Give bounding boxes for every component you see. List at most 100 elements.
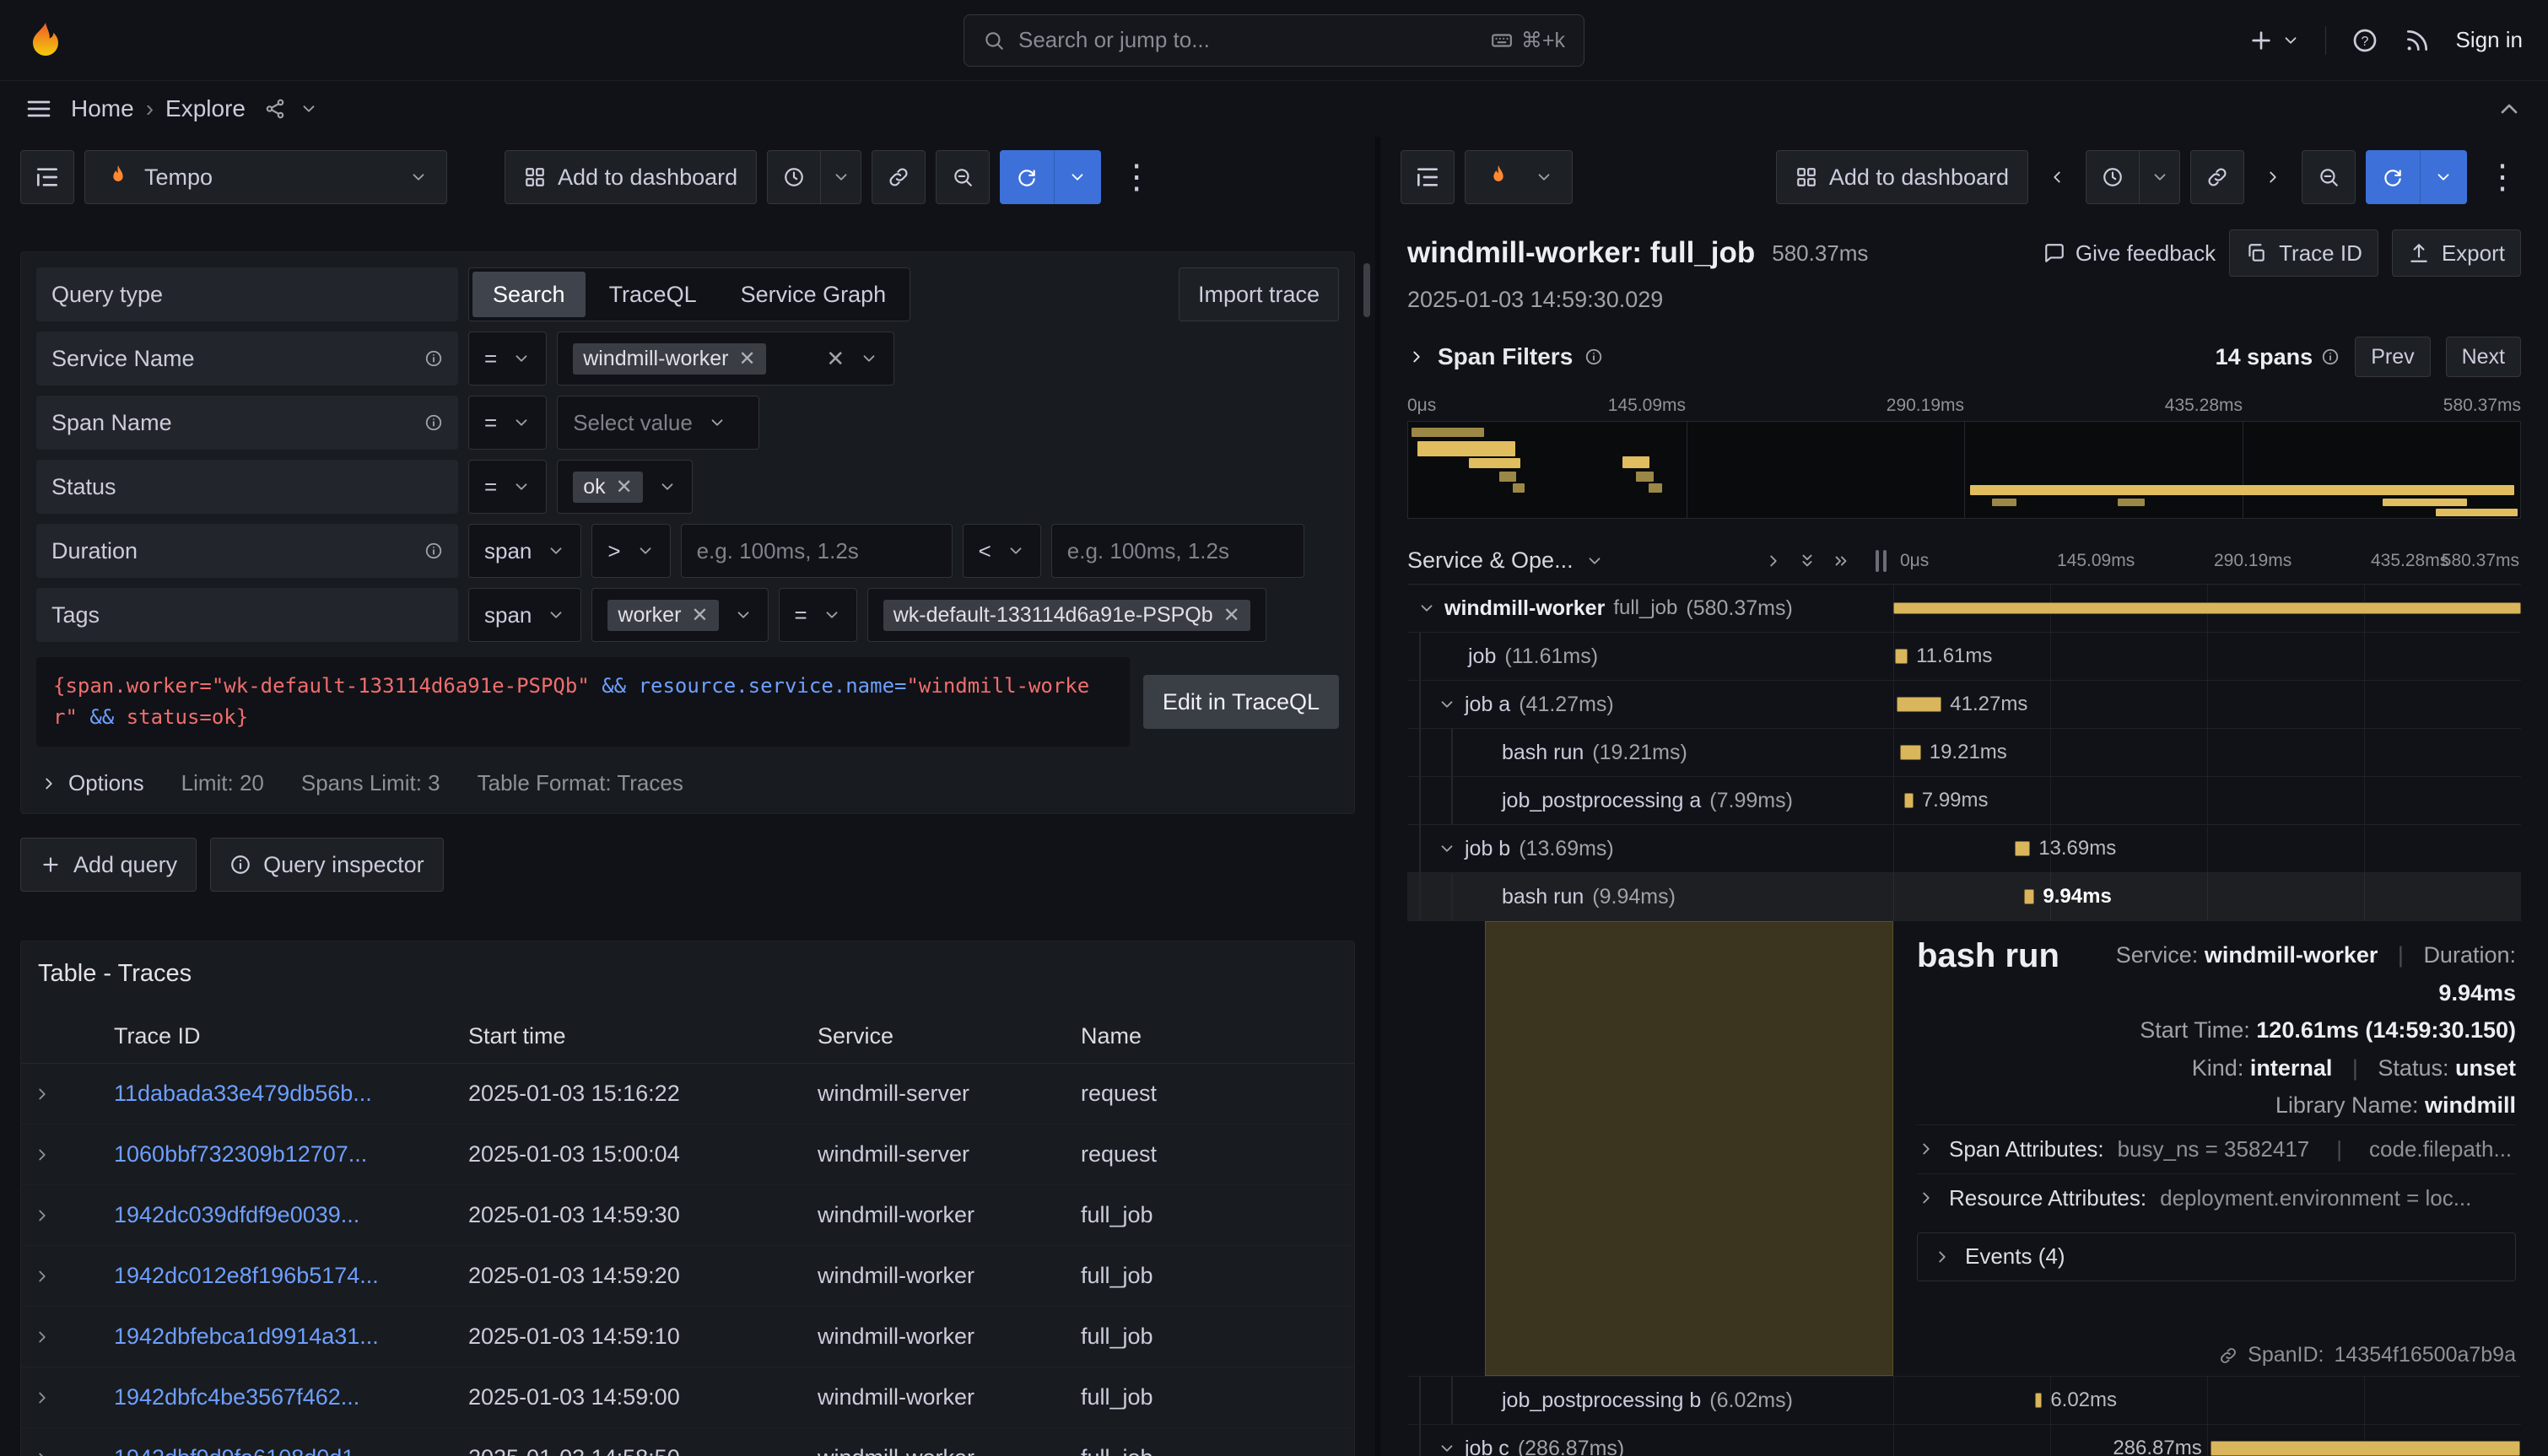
tags-op-select[interactable]: = bbox=[779, 588, 857, 642]
share-button[interactable] bbox=[264, 98, 286, 120]
span-name-cell[interactable]: bash run (9.94ms) bbox=[1407, 873, 1893, 920]
prev-span-button[interactable]: Prev bbox=[2355, 337, 2430, 377]
col-header-trace-id[interactable]: Trace ID bbox=[102, 1010, 456, 1064]
span-name-cell[interactable]: job c (286.87ms) bbox=[1407, 1425, 1893, 1456]
span-name-op-select[interactable]: = bbox=[468, 396, 547, 450]
chevron-down-icon[interactable] bbox=[1585, 552, 1604, 570]
col-header-start-time[interactable]: Start time bbox=[456, 1010, 806, 1064]
search-input[interactable] bbox=[1018, 27, 1477, 53]
table-row[interactable]: 1942dc012e8f196b5174... 2025-01-03 14:59… bbox=[21, 1246, 1354, 1307]
span-row[interactable]: windmill-worker full_job (580.37ms) bbox=[1407, 585, 2521, 633]
service-name-value-select[interactable]: windmill-worker✕ ✕ bbox=[557, 332, 894, 386]
query-inspector-button[interactable]: Query inspector bbox=[210, 838, 444, 892]
duration-min-input[interactable] bbox=[681, 524, 953, 578]
span-bar[interactable] bbox=[1893, 602, 2521, 614]
table-row[interactable]: 1942dbfebca1d9914a31... 2025-01-03 14:59… bbox=[21, 1307, 1354, 1367]
tags-scope-select[interactable]: span bbox=[468, 588, 581, 642]
span-timeline-cell[interactable]: 11.61ms bbox=[1893, 633, 2521, 680]
span-row[interactable]: bash run (19.21ms) 19.21ms bbox=[1407, 729, 2521, 777]
span-name-cell[interactable]: job b (13.69ms) bbox=[1407, 825, 1893, 872]
trace-id-link[interactable]: 1942dbf9d9fa6108d0d1... bbox=[114, 1445, 374, 1456]
remove-chip-icon[interactable]: ✕ bbox=[691, 603, 708, 628]
remove-chip-icon[interactable]: ✕ bbox=[738, 347, 755, 371]
span-timeline-cell[interactable]: 6.02ms bbox=[1893, 1377, 2521, 1424]
duration-gt-select[interactable]: > bbox=[591, 524, 670, 578]
table-row[interactable]: 1942dbfc4be3567f462... 2025-01-03 14:59:… bbox=[21, 1367, 1354, 1428]
datasource-picker[interactable] bbox=[1465, 150, 1573, 204]
table-row[interactable]: 1942dbf9d9fa6108d0d1... 2025-01-03 14:58… bbox=[21, 1428, 1354, 1456]
span-row[interactable]: job_postprocessing a (7.99ms) 7.99ms bbox=[1407, 777, 2521, 825]
scrollbar-thumb[interactable] bbox=[1363, 263, 1370, 317]
zoom-out-button[interactable] bbox=[2302, 150, 2356, 204]
new-menu-button[interactable] bbox=[2248, 27, 2300, 54]
span-bar[interactable] bbox=[1897, 697, 1941, 712]
breadcrumb-explore[interactable]: Explore bbox=[165, 95, 246, 122]
clear-icon[interactable]: ✕ bbox=[826, 346, 845, 372]
row-expand-cell[interactable] bbox=[21, 1246, 102, 1307]
span-timeline-cell[interactable]: 7.99ms bbox=[1893, 777, 2521, 824]
tags-value-select[interactable]: wk-default-133114d6a91e-PSPQb✕ bbox=[867, 588, 1266, 642]
collapse-panel-button[interactable] bbox=[2496, 95, 2523, 122]
trace-id-link[interactable]: 1942dbfc4be3567f462... bbox=[114, 1384, 359, 1410]
table-row[interactable]: 1942dc039dfdf9e0039... 2025-01-03 14:59:… bbox=[21, 1185, 1354, 1246]
row-expand-cell[interactable] bbox=[21, 1124, 102, 1185]
span-bar[interactable] bbox=[2015, 841, 2030, 856]
duration-lt-select[interactable]: < bbox=[963, 524, 1041, 578]
trace-id-link[interactable]: 1942dbfebca1d9914a31... bbox=[114, 1324, 379, 1349]
zoom-out-button[interactable] bbox=[936, 150, 990, 204]
col-header-service[interactable]: Service bbox=[806, 1010, 1069, 1064]
breadcrumb-home[interactable]: Home bbox=[71, 95, 134, 122]
trace-id-link[interactable]: 1942dc012e8f196b5174... bbox=[114, 1263, 379, 1288]
column-resize-handle[interactable] bbox=[1869, 550, 1893, 572]
duration-scope-select[interactable]: span bbox=[468, 524, 581, 578]
span-timeline-cell[interactable]: 286.87ms bbox=[1893, 1425, 2521, 1456]
span-filters-toggle[interactable]: Span Filters bbox=[1407, 343, 1603, 370]
chevron-down-icon[interactable] bbox=[1438, 839, 1456, 858]
table-row[interactable]: 11dabada33e479db56b... 2025-01-03 15:16:… bbox=[21, 1064, 1354, 1124]
help-button[interactable]: ? bbox=[2351, 27, 2378, 54]
chevron-down-icon[interactable] bbox=[1438, 1439, 1456, 1456]
span-name-cell[interactable]: windmill-worker full_job (580.37ms) bbox=[1407, 585, 1893, 632]
span-name-cell[interactable]: job_postprocessing a (7.99ms) bbox=[1407, 777, 1893, 824]
trace-id-link[interactable]: 11dabada33e479db56b... bbox=[114, 1081, 372, 1106]
span-name-cell[interactable]: job (11.61ms) bbox=[1407, 633, 1893, 680]
add-to-dashboard-button[interactable]: Add to dashboard bbox=[505, 150, 757, 204]
tab-service-graph[interactable]: Service Graph bbox=[721, 272, 907, 317]
span-name-cell[interactable]: job_postprocessing b (6.02ms) bbox=[1407, 1377, 1893, 1424]
span-row[interactable]: job a (41.27ms) 41.27ms bbox=[1407, 681, 2521, 729]
row-expand-cell[interactable] bbox=[21, 1185, 102, 1246]
run-query-button[interactable] bbox=[1000, 150, 1054, 204]
row-expand-cell[interactable] bbox=[21, 1307, 102, 1367]
remove-chip-icon[interactable]: ✕ bbox=[616, 475, 633, 499]
edit-in-traceql-button[interactable]: Edit in TraceQL bbox=[1143, 675, 1339, 729]
menu-toggle[interactable] bbox=[25, 95, 52, 122]
tab-search[interactable]: Search bbox=[472, 272, 586, 317]
collapse-all-icon[interactable] bbox=[1832, 552, 1850, 570]
add-query-button[interactable]: Add query bbox=[20, 838, 197, 892]
span-bar[interactable] bbox=[1895, 649, 1908, 664]
query-outline-button[interactable] bbox=[1401, 150, 1455, 204]
chevron-down-icon[interactable] bbox=[1438, 695, 1456, 714]
trace-id-link[interactable]: 1060bbf732309b12707... bbox=[114, 1141, 367, 1167]
events-accordion[interactable]: Events (4) bbox=[1917, 1232, 2516, 1281]
datasource-picker[interactable]: Tempo bbox=[84, 150, 447, 204]
export-button[interactable]: Export bbox=[2392, 229, 2521, 277]
span-name-value-select[interactable]: Select value bbox=[557, 396, 759, 450]
give-feedback-button[interactable]: Give feedback bbox=[2043, 240, 2216, 267]
time-shift-forward-button[interactable] bbox=[2254, 150, 2292, 204]
query-outline-button[interactable] bbox=[20, 150, 74, 204]
span-row[interactable]: bash run (9.94ms) 9.94ms bbox=[1407, 873, 2521, 921]
span-row[interactable]: job (11.61ms) 11.61ms bbox=[1407, 633, 2521, 681]
share-caret-button[interactable] bbox=[300, 100, 318, 118]
link-button[interactable] bbox=[2190, 150, 2244, 204]
row-expand-cell[interactable] bbox=[21, 1428, 102, 1456]
duration-max-input[interactable] bbox=[1051, 524, 1304, 578]
link-button[interactable] bbox=[872, 150, 926, 204]
expand-all-icon[interactable] bbox=[1798, 552, 1817, 570]
run-query-caret[interactable] bbox=[2420, 150, 2467, 204]
span-bar[interactable] bbox=[2024, 889, 2035, 904]
span-bar[interactable] bbox=[1904, 793, 1913, 808]
time-picker-caret[interactable] bbox=[2140, 150, 2180, 204]
chevron-down-icon[interactable] bbox=[1417, 599, 1436, 617]
news-button[interactable] bbox=[2404, 27, 2431, 54]
